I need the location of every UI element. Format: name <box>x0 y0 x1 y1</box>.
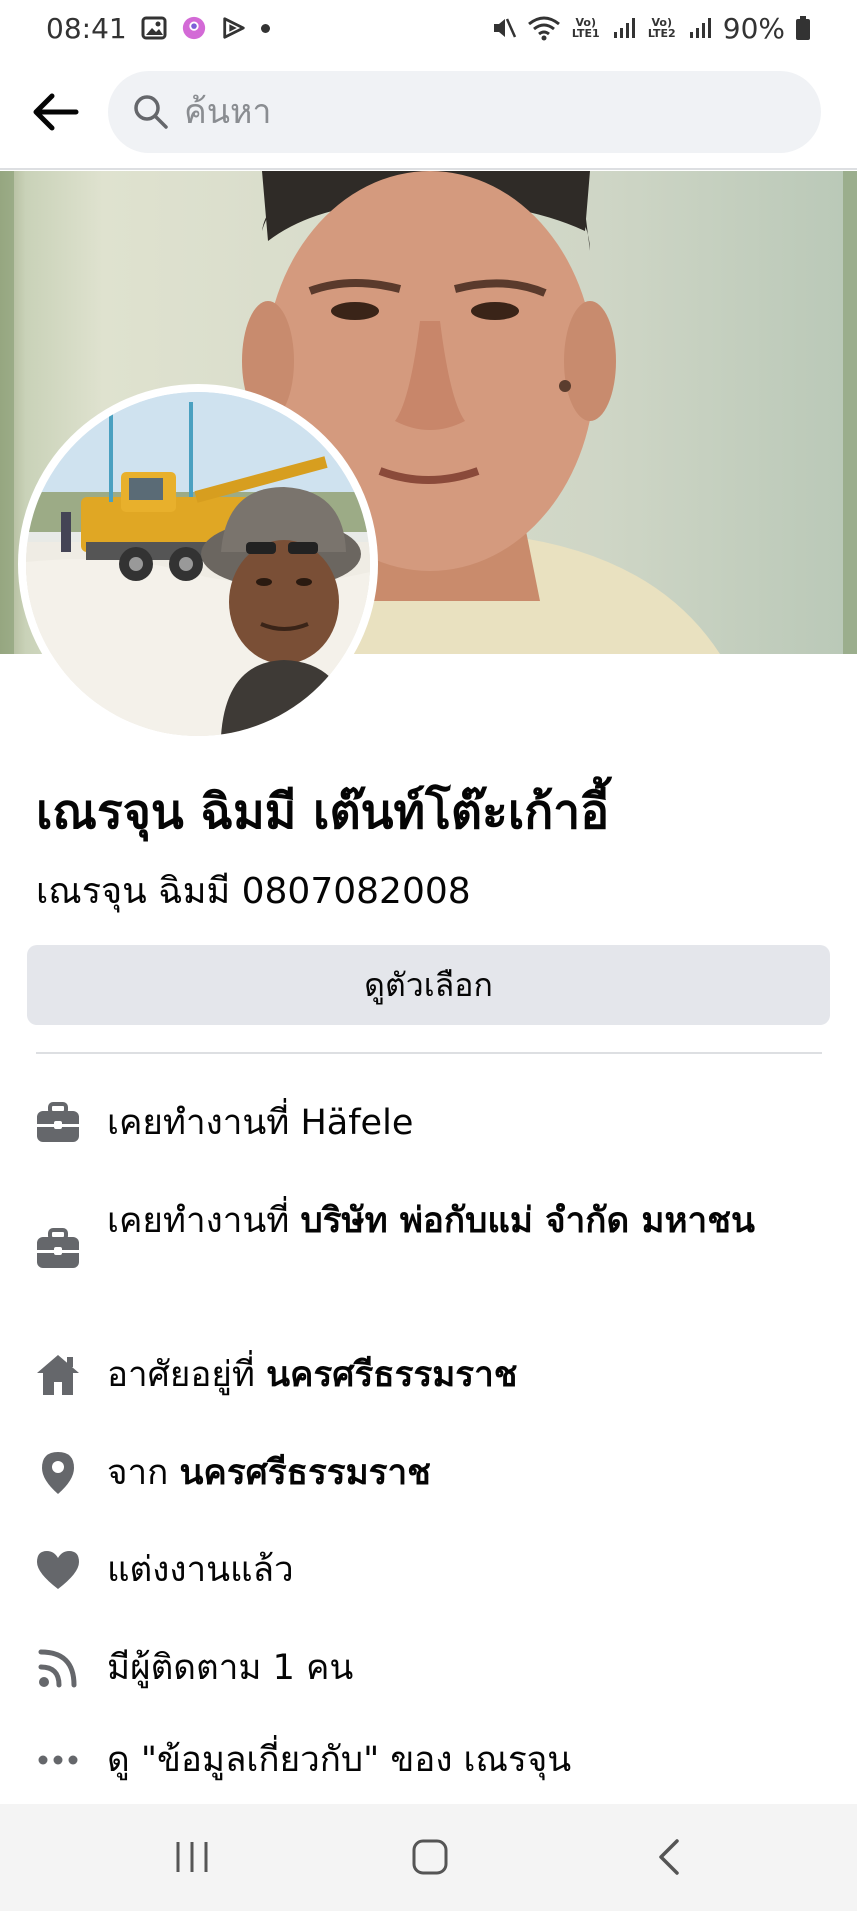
profile-name: เณรจุน ฉิมมี เต๊นท์โต๊ะเก้าอี้ <box>36 784 610 840</box>
back-nav-button[interactable] <box>630 1817 710 1897</box>
briefcase-icon <box>32 1097 84 1149</box>
system-navigation-bar <box>0 1804 857 1911</box>
divider <box>36 1052 822 1054</box>
location-pin-icon <box>32 1447 84 1499</box>
detail-text[interactable]: ดู "ข้อมูลเกี่ยวกับ" ของ เณรจุน <box>107 1740 571 1780</box>
home-icon <box>32 1349 84 1401</box>
status-bar: 08:41 Vo) LTE1 Vo) LTE2 90% <box>0 0 857 56</box>
search-bar[interactable] <box>108 71 821 153</box>
detail-value[interactable]: นครศรีธรรมราช <box>266 1355 517 1395</box>
home-button[interactable] <box>390 1817 470 1897</box>
search-input[interactable] <box>184 92 744 132</box>
briefcase-icon <box>32 1223 84 1275</box>
profile-picture[interactable] <box>18 384 378 744</box>
play-app-icon <box>221 15 247 41</box>
clock: 08:41 <box>46 11 127 45</box>
rss-icon <box>32 1642 84 1694</box>
detail-value[interactable]: นครศรีธรรมราช <box>179 1453 430 1493</box>
search-icon <box>134 95 168 129</box>
home-square-icon <box>412 1839 448 1875</box>
detail-text: จาก <box>107 1453 180 1493</box>
detail-text: เคยทำงานที่ Häfele <box>107 1103 414 1143</box>
detail-text: แต่งงานแล้ว <box>107 1550 294 1590</box>
detail-text: เคยทำงานที่ <box>107 1201 301 1241</box>
messenger-app-icon <box>181 15 207 41</box>
signal-icon <box>687 15 713 41</box>
profile-picture-image <box>26 392 370 736</box>
notification-dot <box>260 23 270 33</box>
wifi-icon <box>527 15 561 41</box>
back-button[interactable] <box>20 77 90 147</box>
back-chevron-icon <box>659 1839 679 1875</box>
gallery-icon <box>141 15 167 41</box>
status-right: Vo) LTE1 Vo) LTE2 90% <box>491 12 811 45</box>
status-left: 08:41 <box>46 12 270 45</box>
search-header <box>0 56 857 170</box>
signal-icon <box>611 15 637 41</box>
battery-icon <box>795 15 811 41</box>
battery-percent: 90% <box>722 11 785 45</box>
detail-text: อาศัยอยู่ที่ <box>107 1355 267 1395</box>
heart-icon <box>32 1544 84 1596</box>
mute-icon <box>491 15 517 41</box>
sim1-label: Vo) LTE1 <box>571 16 600 40</box>
profile-alternate-name: เณรจุน ฉิมมี 0807082008 <box>36 871 471 912</box>
sim2-label: Vo) LTE2 <box>647 16 676 40</box>
back-arrow-icon <box>33 93 79 131</box>
detail-value[interactable]: บริษัท พ่อกับแม่ จำกัด มหาชน <box>300 1201 754 1241</box>
recent-apps-icon <box>176 1842 208 1872</box>
detail-text: มีผู้ติดตาม 1 คน <box>107 1648 354 1688</box>
view-options-button[interactable]: ดูตัวเลือก <box>27 945 830 1025</box>
more-icon <box>32 1734 84 1786</box>
recent-apps-button[interactable] <box>152 1817 232 1897</box>
